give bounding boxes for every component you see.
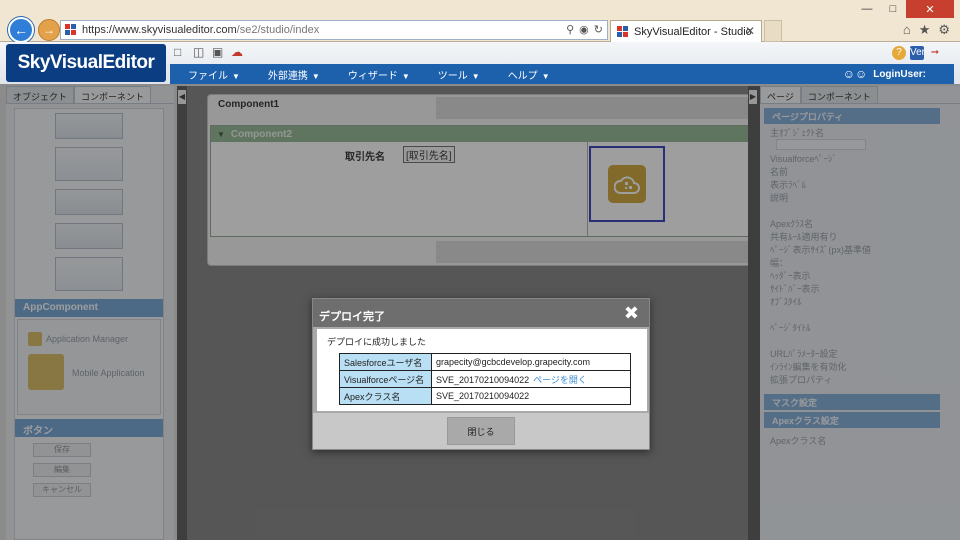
chevron-down-icon: ▼ bbox=[232, 71, 240, 81]
logout-icon[interactable]: ➞ bbox=[928, 46, 942, 60]
tab-close-icon[interactable]: ✕ bbox=[745, 24, 755, 38]
table-value: grapecity@gcbcdevelop.grapecity.com bbox=[431, 353, 631, 371]
open-page-link[interactable]: ページを開く bbox=[533, 375, 587, 385]
forward-arrow-icon[interactable]: → bbox=[38, 19, 60, 41]
table-key: Salesforceユーザ名 bbox=[339, 353, 432, 371]
menu-wizard[interactable]: ウィザード ▼ bbox=[348, 67, 410, 82]
main-menubar: ファイル ▼ 外部連携 ▼ ウィザード ▼ ツール ▼ ヘルプ ▼ ☺☺ LoginUser… bbox=[170, 64, 954, 84]
favorites-star-icon[interactable]: ★ bbox=[919, 22, 931, 38]
save-database-icon[interactable]: ▣ bbox=[212, 46, 225, 59]
tab-favicon-icon bbox=[617, 25, 629, 38]
lock-icon[interactable]: ◉ bbox=[579, 23, 589, 36]
new-file-icon[interactable]: □ bbox=[174, 46, 187, 59]
deploy-cloud-icon[interactable]: ☁ bbox=[231, 46, 244, 59]
table-row: Apexクラス名 SVE_20170210094022 bbox=[339, 387, 631, 405]
tab-title: SkyVisualEditor - Studio bbox=[634, 25, 752, 38]
menu-help[interactable]: ヘルプ ▼ bbox=[508, 67, 550, 82]
table-key: Visualforceページ名 bbox=[339, 370, 432, 388]
table-value: SVE_20170210094022 bbox=[436, 374, 530, 385]
window-maximize-button[interactable]: □ bbox=[880, 0, 906, 18]
browser-toolbar: — □ ✕ ← → https://www.skyvisualeditor.co… bbox=[0, 0, 960, 43]
deploy-complete-dialog: デプロイ完了 ✖ デプロイに成功しました Salesforceユーザ名 grap… bbox=[312, 298, 650, 450]
menu-file[interactable]: ファイル ▼ bbox=[188, 67, 240, 82]
chevron-down-icon: ▼ bbox=[311, 71, 320, 81]
help-icon[interactable]: ? bbox=[892, 46, 906, 60]
browser-tab-studio[interactable]: SkyVisualEditor - Studio ✕ bbox=[610, 20, 762, 42]
deploy-info-table: Salesforceユーザ名 grapecity@gcbcdevelop.gra… bbox=[339, 353, 631, 405]
chevron-down-icon: ▼ bbox=[401, 71, 410, 81]
login-user: ☺☺ LoginUser: bbox=[842, 67, 926, 81]
close-button[interactable]: 閉じる bbox=[447, 417, 515, 445]
settings-gear-icon[interactable]: ⚙ bbox=[938, 22, 950, 38]
back-arrow-icon[interactable]: ← bbox=[8, 17, 34, 43]
menu-integration[interactable]: 外部連携 ▼ bbox=[268, 67, 320, 82]
dialog-footer: 閉じる bbox=[313, 413, 649, 449]
site-favicon-icon bbox=[65, 24, 77, 36]
table-value-cell: SVE_20170210094022 ページを開く bbox=[431, 370, 631, 388]
menu-tools[interactable]: ツール ▼ bbox=[438, 67, 480, 82]
table-value: SVE_20170210094022 bbox=[431, 387, 631, 405]
home-icon[interactable]: ⌂ bbox=[903, 22, 911, 38]
app-logo: SkyVisualEditor bbox=[6, 44, 166, 82]
window-close-button[interactable]: ✕ bbox=[906, 0, 954, 18]
refresh-icon[interactable]: ↻ bbox=[594, 23, 603, 36]
dialog-message: デプロイに成功しました bbox=[327, 337, 427, 347]
close-icon[interactable]: ✖ bbox=[624, 303, 639, 323]
search-icon[interactable]: ⚲ bbox=[566, 23, 574, 36]
window-minimize-button[interactable]: — bbox=[854, 0, 880, 18]
table-row: Visualforceページ名 SVE_20170210094022 ページを開く bbox=[339, 370, 631, 388]
version-badge[interactable]: Ver bbox=[910, 46, 925, 60]
users-icon: ☺☺ bbox=[842, 67, 868, 81]
new-tab-button[interactable] bbox=[764, 20, 782, 42]
address-bar[interactable]: https://www.skyvisualeditor.com/se2/stud… bbox=[60, 20, 608, 40]
table-key: Apexクラス名 bbox=[339, 387, 432, 405]
url-path: /se2/studio/index bbox=[236, 24, 320, 36]
quick-toolbar: □ ◫ ▣ ☁ bbox=[174, 46, 244, 59]
table-row: Salesforceユーザ名 grapecity@gcbcdevelop.gra… bbox=[339, 353, 631, 371]
chevron-down-icon: ▼ bbox=[541, 71, 550, 81]
dialog-body: デプロイに成功しました Salesforceユーザ名 grapecity@gcb… bbox=[317, 329, 647, 411]
dialog-title: デプロイ完了 bbox=[313, 299, 649, 327]
chevron-down-icon: ▼ bbox=[471, 71, 480, 81]
url-host: https://www.skyvisualeditor.com bbox=[82, 24, 237, 36]
open-folder-icon[interactable]: ◫ bbox=[193, 46, 206, 59]
